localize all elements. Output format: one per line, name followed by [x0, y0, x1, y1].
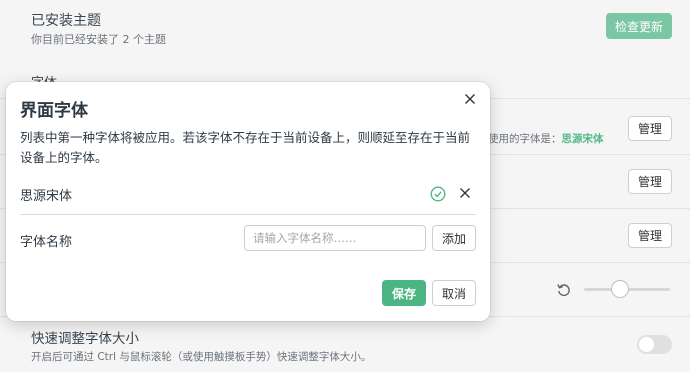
toggle-knob	[639, 337, 654, 352]
font-name-label: 字体名称	[20, 235, 73, 250]
font-size-slider-thumb[interactable]	[611, 280, 629, 298]
font-list-item-name: 思源宋体	[20, 189, 73, 204]
quick-font-size-title: 快速调整字体大小	[31, 331, 139, 347]
remove-icon[interactable]	[458, 186, 472, 200]
dialog-title: 界面字体	[20, 101, 88, 121]
cancel-button[interactable]: 取消	[432, 280, 476, 306]
divider	[20, 214, 476, 215]
themes-description: 你目前已经安装了 2 个主题	[31, 33, 166, 46]
interface-font-summary: 使用的字体是：思源宋体	[488, 131, 604, 146]
manage-interface-font-button[interactable]: 管理	[628, 116, 672, 141]
quick-font-size-toggle[interactable]	[637, 335, 672, 354]
themes-title: 已安装主题	[31, 13, 101, 29]
check-circle-icon	[430, 186, 446, 202]
font-used-prefix: 使用的字体是：	[488, 133, 562, 145]
reset-icon[interactable]	[556, 282, 572, 298]
quick-font-size-description: 开启后可通过 Ctrl 与鼠标滚轮（或使用触摸板手势）快速调整字体大小。	[31, 351, 372, 363]
font-used-value: 思源宋体	[561, 133, 604, 145]
close-icon[interactable]	[461, 90, 479, 108]
save-button[interactable]: 保存	[382, 280, 426, 306]
interface-font-dialog: 界面字体 列表中第一种字体将被应用。若该字体不存在于当前设备上，则顺延至存在于当…	[6, 82, 490, 321]
manage-font-button-2[interactable]: 管理	[628, 169, 672, 194]
add-button[interactable]: 添加	[432, 225, 476, 251]
check-update-button[interactable]: 检查更新	[606, 13, 672, 39]
dialog-description: 列表中第一种字体将被应用。若该字体不存在于当前设备上，则顺延至存在于当前设备上的…	[20, 130, 471, 165]
font-name-input[interactable]	[244, 225, 426, 251]
manage-font-button-3[interactable]: 管理	[628, 223, 672, 248]
